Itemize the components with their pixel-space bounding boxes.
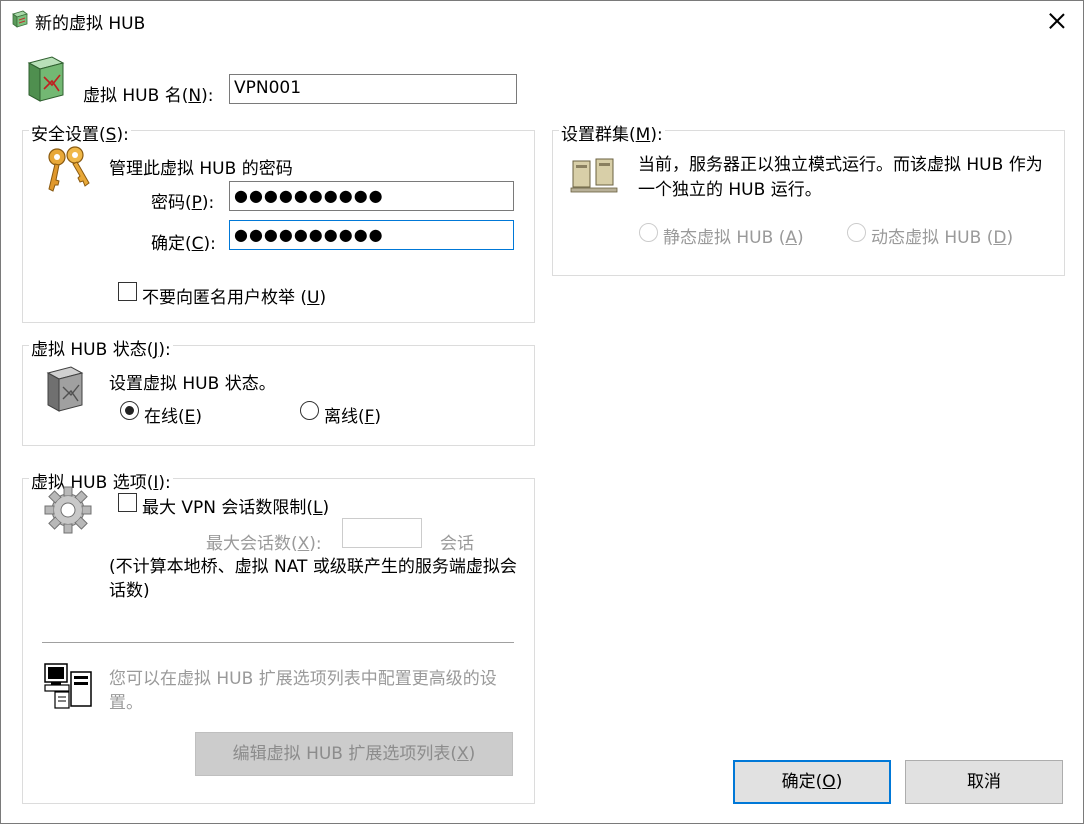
hub-name-input[interactable]: VPN001 xyxy=(229,74,517,104)
cluster-group xyxy=(552,130,1065,276)
sessions-unit-label: 会话 xyxy=(440,534,474,554)
cluster-description: 当前，服务器正以独立模式运行。而该虚拟 HUB 作为一个独立的 HUB 运行。 xyxy=(638,155,1043,200)
title-bar: 新的虚拟 HUB xyxy=(1,1,1083,39)
cancel-button[interactable]: 取消 xyxy=(905,760,1063,804)
offline-radio[interactable] xyxy=(300,401,319,420)
edit-extended-options-button[interactable]: 编辑虚拟 HUB 扩展选项列表(X) xyxy=(195,732,513,776)
static-hub-label[interactable]: 静态虚拟 HUB (A) xyxy=(663,223,804,248)
password-input[interactable]: ●●●●●●●●●● xyxy=(229,181,514,211)
max-count-label: 最大会话数(X): xyxy=(206,534,322,554)
gear-icon xyxy=(44,486,92,534)
no-anonymous-enum-label[interactable]: 不要向匿名用户枚举 (U) xyxy=(142,283,326,308)
max-count-input[interactable] xyxy=(342,518,422,548)
dynamic-hub-label[interactable]: 动态虚拟 HUB (D) xyxy=(871,223,1013,248)
static-hub-radio[interactable] xyxy=(639,223,658,242)
security-group-title: 安全设置(S): xyxy=(29,120,131,145)
app-hub-icon xyxy=(12,10,28,28)
max-sessions-checkbox[interactable] xyxy=(118,493,137,512)
close-icon[interactable] xyxy=(1041,5,1073,35)
online-radio[interactable] xyxy=(120,401,139,420)
ok-button[interactable]: 确定(O) xyxy=(733,760,891,804)
computer-settings-icon xyxy=(44,663,92,709)
dynamic-hub-radio[interactable] xyxy=(847,223,866,242)
hub-status-heading: 设置虚拟 HUB 状态。 xyxy=(109,374,276,394)
no-anonymous-enum-checkbox[interactable] xyxy=(118,282,137,301)
security-heading: 管理此虚拟 HUB 的密码 xyxy=(109,159,293,179)
max-sessions-label[interactable]: 最大 VPN 会话数限制(L) xyxy=(142,493,329,518)
session-count-note: (不计算本地桥、虚拟 NAT 或级联产生的服务端虚拟会话数) xyxy=(109,557,517,601)
hub-status-group-title: 虚拟 HUB 状态(J): xyxy=(29,335,173,360)
hub-status-icon xyxy=(46,366,84,412)
hub-status-group xyxy=(22,345,535,446)
virtual-hub-icon xyxy=(27,56,65,102)
hub-name-label: 虚拟 HUB 名(N): xyxy=(83,86,214,106)
new-virtual-hub-dialog: 新的虚拟 HUB 虚拟 HUB 名(N): VPN001 安全设置(S): 管理… xyxy=(0,0,1084,824)
server-cluster-icon xyxy=(570,158,618,193)
options-separator xyxy=(42,642,514,643)
extended-options-text: 您可以在虚拟 HUB 扩展选项列表中配置更高级的设置。 xyxy=(109,669,497,713)
offline-label[interactable]: 离线(F) xyxy=(324,402,381,427)
keys-icon xyxy=(48,146,90,192)
confirm-password-input[interactable]: ●●●●●●●●●● xyxy=(229,220,514,250)
cluster-group-title: 设置群集(M): xyxy=(559,120,665,145)
window-title: 新的虚拟 HUB xyxy=(35,14,146,34)
password-label: 密码(P): xyxy=(151,193,215,213)
online-label[interactable]: 在线(E) xyxy=(144,402,202,427)
confirm-password-label: 确定(C): xyxy=(151,234,216,254)
